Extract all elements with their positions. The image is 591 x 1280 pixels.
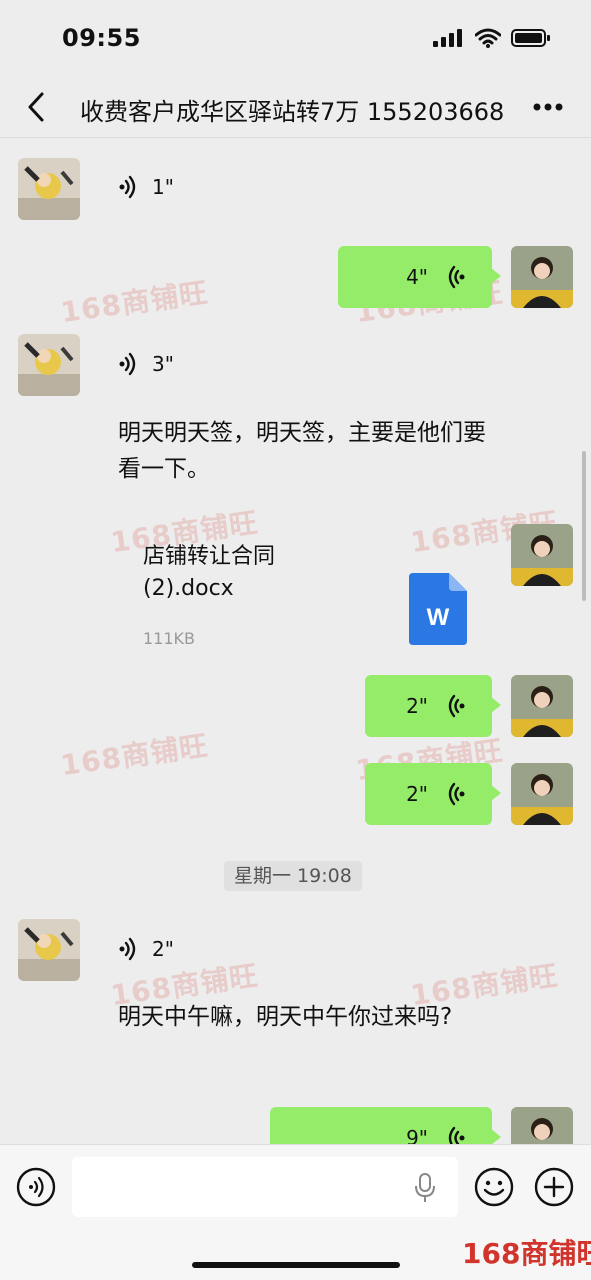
voice-message[interactable]: 2" xyxy=(118,937,174,961)
voice-message[interactable]: 4" xyxy=(338,246,501,308)
contact-avatar[interactable] xyxy=(18,158,80,220)
my-avatar[interactable] xyxy=(511,1107,573,1144)
battery-icon xyxy=(511,29,550,47)
voice-duration: 2" xyxy=(406,782,428,806)
voice-message[interactable]: 2" xyxy=(365,763,501,825)
add-attachment-icon[interactable] xyxy=(534,1167,574,1207)
file-message[interactable]: 店铺转让合同(2).docx 111KB W xyxy=(143,541,483,661)
voice-wave-icon xyxy=(119,352,136,376)
watermark: 168商铺旺 xyxy=(58,728,211,783)
voice-wave-icon xyxy=(448,782,465,806)
voice-duration: 2" xyxy=(152,937,174,961)
voice-wave-icon xyxy=(119,937,136,961)
contact-avatar[interactable] xyxy=(18,919,80,981)
microphone-icon[interactable] xyxy=(414,1173,436,1203)
voice-wave-icon xyxy=(448,1126,465,1144)
emoji-icon[interactable] xyxy=(474,1167,514,1207)
voice-wave-icon xyxy=(119,175,136,199)
voice-duration: 2" xyxy=(406,694,428,718)
file-name: 店铺转让合同(2).docx xyxy=(143,544,276,601)
scrollbar[interactable] xyxy=(582,451,586,601)
word-document-icon: W xyxy=(409,573,467,645)
my-avatar[interactable] xyxy=(511,763,573,825)
time-divider: 星期一 19:08 xyxy=(224,861,362,891)
text-message[interactable]: 明天中午嘛，明天中午你过来吗? xyxy=(118,999,468,1035)
message-input[interactable] xyxy=(72,1157,458,1217)
my-avatar[interactable] xyxy=(511,675,573,737)
svg-text:W: W xyxy=(427,604,450,631)
voice-duration: 3" xyxy=(152,352,174,376)
back-arrow-icon[interactable] xyxy=(22,90,52,124)
file-size: 111KB xyxy=(143,629,196,648)
my-avatar[interactable] xyxy=(511,524,573,586)
my-avatar[interactable] xyxy=(511,246,573,308)
chat-header: 收费客户成华区驿站转7万 155203668 xyxy=(0,80,591,138)
voice-message[interactable]: 9" xyxy=(270,1107,501,1144)
contact-avatar[interactable] xyxy=(18,334,80,396)
text-message[interactable]: 明天明天签，明天签，主要是他们要看一下。 xyxy=(118,415,490,487)
status-bar: 09:55 xyxy=(0,0,591,80)
voice-wave-icon xyxy=(448,265,465,289)
voice-duration: 9" xyxy=(406,1126,428,1144)
wifi-icon xyxy=(475,28,501,48)
voice-input-toggle-icon[interactable] xyxy=(16,1167,56,1207)
status-icons xyxy=(433,28,551,48)
voice-duration: 1" xyxy=(152,175,174,199)
watermark: 168商铺旺 xyxy=(58,275,211,330)
voice-duration: 4" xyxy=(406,265,428,289)
voice-wave-icon xyxy=(448,694,465,718)
voice-message[interactable]: 1" xyxy=(118,175,174,199)
more-options-icon[interactable] xyxy=(532,102,564,112)
voice-message[interactable]: 3" xyxy=(118,352,174,376)
message-list[interactable]: 168商铺旺 168商铺旺 168商铺旺 168商铺旺 168商铺旺 168商铺… xyxy=(0,139,591,1144)
corner-logo: 168商铺旺 xyxy=(462,1237,591,1270)
cellular-signal-icon xyxy=(433,29,462,47)
chat-title: 收费客户成华区驿站转7万 155203668 xyxy=(80,98,505,126)
status-time: 09:55 xyxy=(62,24,141,52)
home-indicator xyxy=(192,1262,400,1268)
voice-message[interactable]: 2" xyxy=(365,675,501,737)
